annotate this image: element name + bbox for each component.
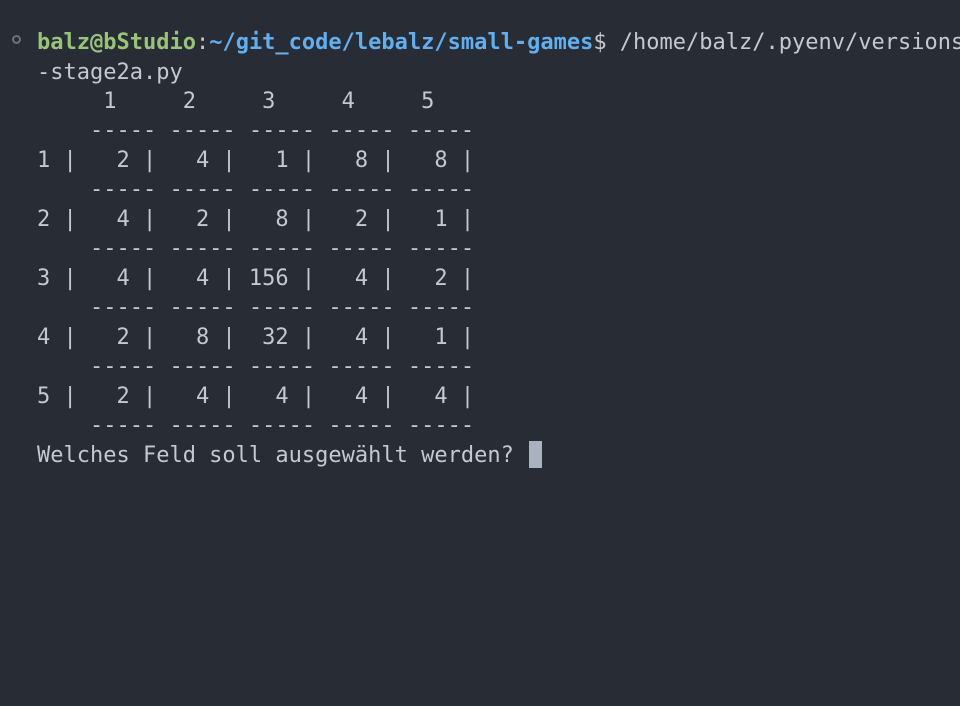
prompt-dollar: $ [593,30,607,55]
board-row: 1 | 2 | 4 | 1 | 8 | 8 | [37,148,475,173]
prompt-user-host: balz@bStudio [37,30,196,55]
input-prompt-line[interactable]: Welches Feld soll ausgewählt werden? [37,441,543,471]
board-row: 5 | 2 | 4 | 4 | 4 | 4 | [37,384,475,409]
command-status-icon [12,35,21,44]
prompt-path: ~/git_code/lebalz/small-games [209,30,594,55]
board-separator: ----- ----- ----- ----- ----- [37,236,475,261]
input-question: Welches Feld soll ausgewählt werden? [37,443,528,468]
board-row: 3 | 4 | 4 | 156 | 4 | 2 | [37,266,475,291]
prompt-line: balz@bStudio:~/git_code/lebalz/small-gam… [37,28,960,58]
terminal-window[interactable]: balz@bStudio:~/git_code/lebalz/small-gam… [0,0,960,706]
board-separator: ----- ----- ----- ----- ----- [37,295,475,320]
command-wrap-text: -stage2a.py [37,60,183,85]
board-separator: ----- ----- ----- ----- ----- [37,354,475,379]
board-row: 4 | 2 | 8 | 32 | 4 | 1 | [37,325,475,350]
board-separator: ----- ----- ----- ----- ----- [37,177,475,202]
terminal-cursor[interactable] [529,441,543,468]
board-column-header: 1 2 3 4 5 [37,89,435,114]
board-row: 2 | 4 | 2 | 8 | 2 | 1 | [37,207,475,232]
prompt-colon: : [195,30,210,55]
command-text: /home/balz/.pyenv/versions [606,30,960,55]
board-separator: ----- ----- ----- ----- ----- [37,413,475,438]
board-separator: ----- ----- ----- ----- ----- [37,118,475,143]
